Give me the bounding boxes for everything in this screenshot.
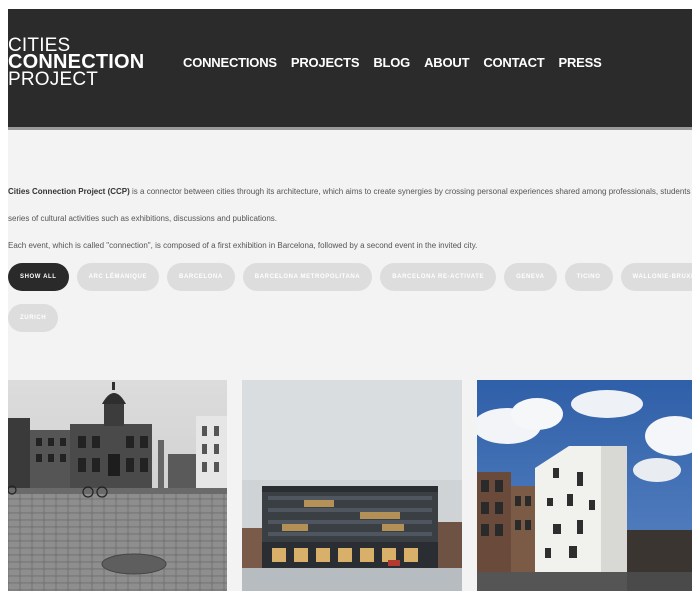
project-card-square[interactable] bbox=[8, 380, 227, 591]
intro-paragraph-1-text: is a connector between cities through it… bbox=[129, 187, 692, 196]
project-grid bbox=[8, 380, 692, 591]
project-photo-square bbox=[8, 380, 227, 591]
nav-about[interactable]: ABOUT bbox=[424, 55, 469, 70]
filter-row-2: ZURICH bbox=[8, 304, 692, 332]
filter-geneva[interactable]: GENEVA bbox=[504, 263, 557, 291]
intro-paragraph-1-continued: series of cultural activities such as ex… bbox=[8, 214, 278, 223]
project-card-glass-building[interactable] bbox=[242, 380, 462, 591]
site-logo[interactable]: CITIES CONNECTION PROJECT bbox=[8, 36, 144, 90]
intro-text: Cities Connection Project (CCP) is a con… bbox=[8, 181, 692, 257]
filter-ticino[interactable]: TICINO bbox=[564, 263, 613, 291]
project-photo-white-building bbox=[477, 380, 692, 591]
nav-projects[interactable]: PROJECTS bbox=[291, 55, 360, 70]
nav-press[interactable]: PRESS bbox=[559, 55, 602, 70]
site-header: CITIES CONNECTION PROJECT CONNECTIONS PR… bbox=[8, 9, 692, 127]
filter-zurich[interactable]: ZURICH bbox=[8, 304, 59, 332]
filter-show-all[interactable]: SHOW ALL bbox=[8, 263, 69, 291]
project-photo-glass-building bbox=[242, 380, 462, 591]
intro-paragraph-1: Cities Connection Project (CCP) is a con… bbox=[8, 181, 692, 203]
intro-paragraph-2: Each event, which is called "connection"… bbox=[8, 241, 478, 250]
filter-barcelona[interactable]: BARCELONA bbox=[167, 263, 235, 291]
header-divider bbox=[8, 127, 692, 130]
filter-row-1: SHOW ALL ARC LÉMANIQUE BARCELONA BARCELO… bbox=[8, 263, 692, 291]
filter-barcelona-metropolitana[interactable]: BARCELONA METROPOLITANA bbox=[242, 263, 373, 291]
nav-contact[interactable]: CONTACT bbox=[483, 55, 544, 70]
project-card-white-building[interactable] bbox=[477, 380, 692, 591]
logo-line-project: PROJECT bbox=[8, 69, 99, 90]
filter-wallonie-bruxelles[interactable]: WALLONIE-BRUXELLES bbox=[620, 263, 692, 291]
nav-connections[interactable]: CONNECTIONS bbox=[183, 55, 277, 70]
intro-brand-name: Cities Connection Project (CCP) bbox=[8, 187, 130, 196]
filter-barcelona-re-activate[interactable]: BARCELONA RE-ACTIVATE bbox=[380, 263, 497, 291]
filter-arc-lemanique[interactable]: ARC LÉMANIQUE bbox=[76, 263, 160, 291]
main-nav: CONNECTIONS PROJECTS BLOG ABOUT CONTACT … bbox=[183, 55, 602, 70]
nav-blog[interactable]: BLOG bbox=[373, 55, 410, 70]
city-filters: SHOW ALL ARC LÉMANIQUE BARCELONA BARCELO… bbox=[8, 263, 692, 332]
page: CITIES CONNECTION PROJECT CONNECTIONS PR… bbox=[8, 9, 692, 591]
